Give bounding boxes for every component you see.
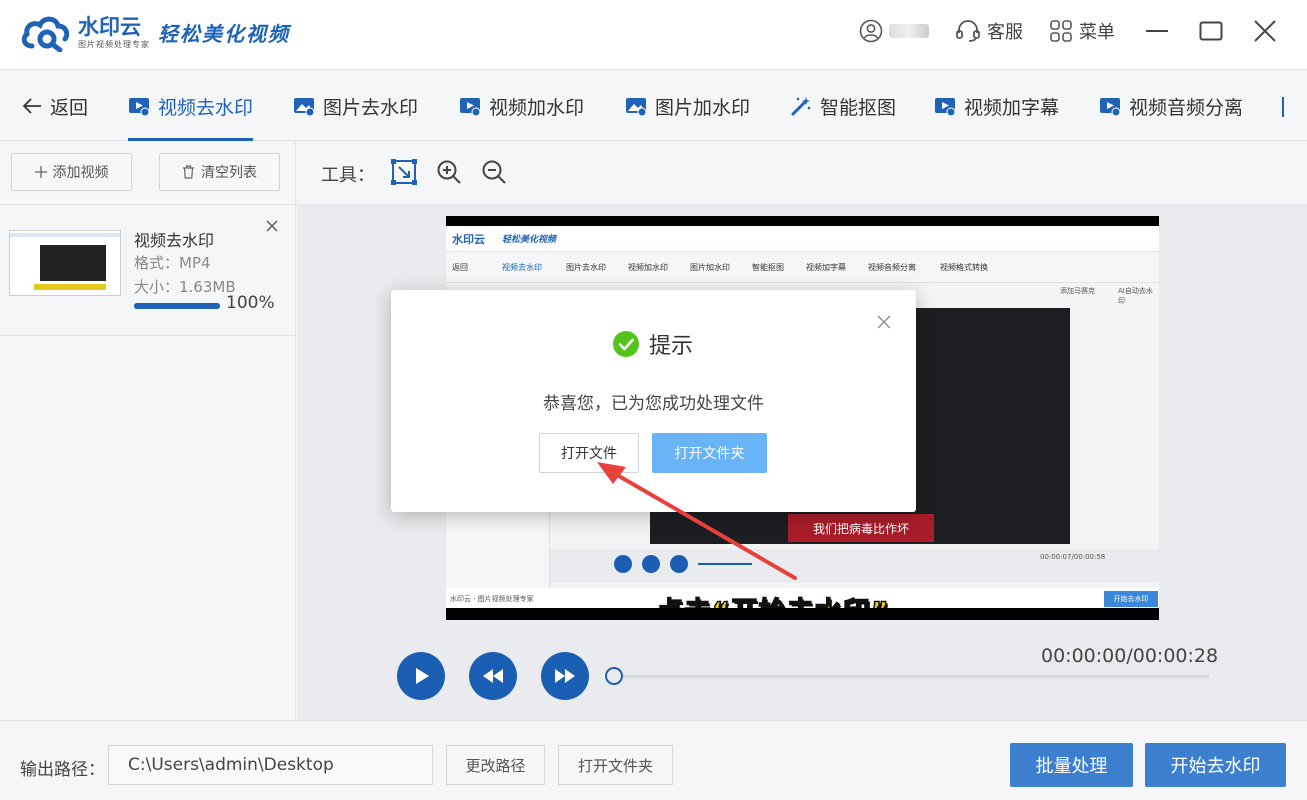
feature-nav: 返回 视频去水印 图片去水印 视频加水印 图片加水印 智能抠图 视频加字幕 视频… (0, 71, 1307, 141)
preview-caption: 点击“开始去水印” (655, 590, 890, 608)
open-folder-button[interactable]: 打开文件夹 (652, 433, 767, 473)
playback-time: 00:00:00/00:00:28 (1041, 645, 1219, 667)
user-account[interactable] (859, 19, 929, 43)
clear-list-button[interactable]: 清空列表 (159, 153, 280, 191)
open-output-folder-button[interactable]: 打开文件夹 (558, 745, 673, 785)
rewind-icon (483, 669, 503, 683)
tools-label: 工具： (321, 165, 375, 186)
user-icon (859, 19, 883, 43)
zoom-in-icon (437, 160, 461, 184)
minimize-button[interactable] (1145, 19, 1169, 43)
open-file-button[interactable]: 打开文件 (539, 433, 639, 473)
play-button[interactable] (397, 652, 445, 700)
tab-video-add-subtitles[interactable]: 视频加字幕 (934, 71, 1059, 141)
select-region-icon (391, 159, 417, 185)
active-tab-underline (128, 138, 254, 141)
bottom-bar: 输出路径： C:\Users\admin\Desktop 更改路径 打开文件夹 … (0, 720, 1307, 800)
zoom-out-tool[interactable] (481, 159, 507, 189)
file-progress-percent: 100% (226, 293, 275, 313)
close-icon (877, 315, 891, 329)
success-dialog: 提示 恭喜您，已为您成功处理文件 打开文件 打开文件夹 (391, 290, 916, 512)
tab-video-remove-watermark[interactable]: 视频去水印 (128, 71, 254, 141)
file-size: 大小：1.63MB (134, 278, 236, 296)
tab-video-audio-separate[interactable]: 视频音频分离 (1099, 71, 1243, 141)
seek-track[interactable] (623, 675, 1209, 678)
rewind-button[interactable] (469, 652, 517, 700)
seek-handle[interactable] (605, 667, 623, 685)
app-subtitle: 图片视频处理专家 (78, 39, 150, 49)
file-list-panel: 添加视频 清空列表 视频去水印 格式：MP4 大小：1.63MB 100% (0, 142, 296, 720)
headset-icon (956, 20, 980, 42)
file-progress-bar (134, 303, 220, 309)
file-format: 格式：MP4 (134, 254, 211, 272)
tab-image-remove-watermark[interactable]: 图片去水印 (293, 71, 418, 141)
app-name: 水印云 (78, 14, 141, 39)
change-path-button[interactable]: 更改路径 (446, 745, 545, 785)
output-path-field[interactable]: C:\Users\admin\Desktop (108, 745, 433, 785)
video-subtitle-icon (935, 98, 956, 117)
back-button[interactable]: 返回 (22, 71, 88, 141)
tab-video-add-watermark[interactable]: 视频加水印 (459, 71, 584, 141)
tab-smart-cutout[interactable]: 智能抠图 (790, 71, 896, 141)
file-name: 视频去水印 (134, 231, 215, 250)
play-icon (416, 668, 429, 684)
image-icon (294, 98, 315, 117)
nav-overflow-indicator (1282, 97, 1284, 117)
maximize-icon (1199, 21, 1223, 41)
magic-wand-icon (791, 97, 811, 116)
maximize-button[interactable] (1199, 19, 1223, 43)
close-icon (266, 220, 278, 232)
tab-image-add-watermark[interactable]: 图片加水印 (625, 71, 750, 141)
app-logo: 水印云 图片视频处理专家 (20, 12, 150, 52)
zoom-in-tool[interactable] (436, 159, 462, 189)
fast-forward-button[interactable] (541, 652, 589, 700)
output-path-label: 输出路径： (20, 760, 105, 780)
app-slogan: 轻松美化视频 (158, 22, 290, 46)
dialog-title: 提示 (649, 334, 694, 359)
success-check-icon (613, 331, 639, 357)
select-area-tool[interactable] (391, 159, 417, 189)
minimize-icon (1146, 30, 1168, 32)
dialog-close-button[interactable] (877, 314, 891, 333)
close-icon (1254, 20, 1276, 42)
arrow-left-icon (22, 98, 41, 114)
plus-icon (34, 166, 47, 178)
player-controls: 00:00:00/00:00:28 (297, 632, 1307, 720)
grid-menu-icon (1050, 20, 1072, 42)
trash-icon (183, 165, 194, 179)
preview-app-slogan: 轻松美化视频 (502, 235, 557, 245)
zoom-out-icon (482, 160, 506, 184)
batch-process-button[interactable]: 批量处理 (1010, 743, 1133, 787)
fast-forward-icon (555, 669, 575, 683)
dialog-message: 恭喜您，已为您成功处理文件 (543, 394, 764, 414)
preview-red-subtitle: 我们把病毒比作坏 (788, 514, 934, 542)
video-add-icon (460, 98, 481, 117)
title-bar: 水印云 图片视频处理专家 轻松美化视频 客服 菜单 (0, 0, 1307, 70)
add-video-button[interactable]: 添加视频 (11, 153, 132, 191)
preview-app-name: 水印云 (452, 233, 485, 246)
tool-bar: 工具： (297, 142, 1307, 204)
close-window-button[interactable] (1253, 19, 1277, 43)
customer-service-button[interactable]: 客服 (955, 18, 1023, 44)
start-remove-watermark-button[interactable]: 开始去水印 (1145, 743, 1286, 787)
image-add-icon (626, 98, 647, 117)
video-thumbnail (9, 230, 121, 296)
video-icon (129, 98, 150, 117)
file-list-item[interactable]: 视频去水印 格式：MP4 大小：1.63MB 100% (0, 204, 295, 336)
cloud-logo-icon (21, 16, 70, 52)
remove-file-button[interactable] (266, 217, 278, 236)
menu-button[interactable]: 菜单 (1049, 18, 1115, 44)
blurred-username (889, 24, 929, 38)
preview-nav: 返回 视频去水印 图片去水印 视频加水印 图片加水印 智能抠图 视频加字幕 视频… (446, 253, 1159, 283)
video-audio-icon (1100, 98, 1121, 117)
